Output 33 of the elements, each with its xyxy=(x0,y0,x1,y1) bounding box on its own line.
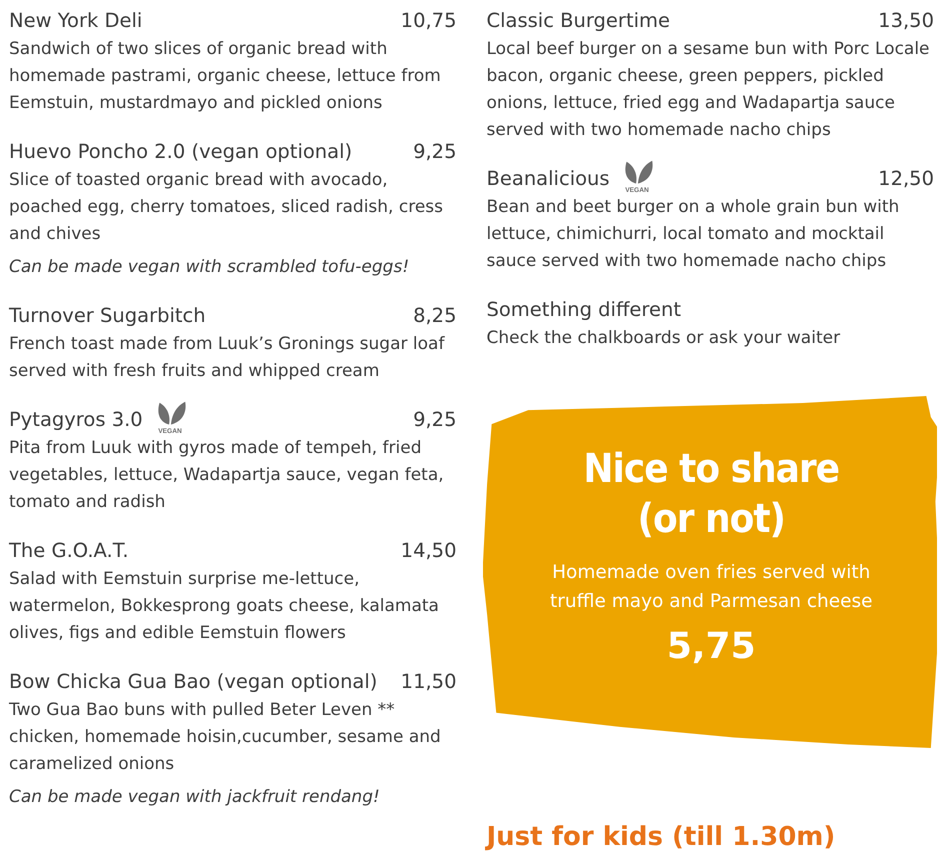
dish-price: 11,50 xyxy=(400,670,456,692)
dish-description: Local beef burger on a sesame bun with Porc Locale bacon, organic cheese, green peppers, pickled onions, lettuce, fried egg and Wadapartja sauce served with two homemade nacho chips xyxy=(486,38,931,142)
dish-description: Pita from Luuk with gyros made of tempeh, fried vegetables, lettuce, Wadapartja sauce, vegan feta, tomato and radish xyxy=(9,437,445,514)
dish-name: Huevo Poncho 2.0 (vegan optional) xyxy=(9,140,352,162)
dish-note: Can be made vegan with jackfruit rendang! xyxy=(9,786,381,809)
section-heading: Just for kids (till 1.30m) xyxy=(486,822,836,852)
dish-price: 10,75 xyxy=(400,8,456,32)
dish-price: 8,25 xyxy=(413,304,456,326)
card-title: (or not) xyxy=(638,495,785,544)
card-description: Homemade oven fries served with truffle mayo and Parmesan cheese xyxy=(548,561,874,614)
dish-name: Bow Chicka Gua Bao (vegan optional) xyxy=(9,670,378,692)
dish-name: Something different xyxy=(486,298,681,320)
dish-note: Can be made vegan with scrambled tofu-eggs! xyxy=(9,256,410,279)
dish-description: Sandwich of two slices of organic bread with homemade pastrami, organic cheese, lettuce from Eemstuin, mustardmayo and pickled onions xyxy=(9,38,442,115)
dish-price: 9,25 xyxy=(413,140,456,162)
dish-name: The G.O.A.T. xyxy=(9,538,129,562)
dish-name: Beanalicious xyxy=(486,166,610,190)
dish-description: Two Gua Bao buns with pulled Beter Leven ** chicken, homemade hoisin,cucumber, sesame and caramelized onions xyxy=(9,699,442,776)
dish-name: Turnover Sugarbitch xyxy=(9,304,206,326)
dish-description: Check the chalkboards or ask your waiter xyxy=(486,327,842,350)
dish-price: 14,50 xyxy=(400,538,456,562)
dish-description: Salad with Eemstuin surprise me-lettuce, watermelon, Bokkesprong goats cheese, kalamata olives, figs and edible Eemstuin flowers xyxy=(9,568,440,645)
card-title: Nice to share xyxy=(583,445,840,494)
dish-description: Bean and beet burger on a whole grain bun with lettuce, chimichurri, local tomato and mocktail sauce served with two homemade nacho chips xyxy=(486,196,900,273)
dish-description: Slice of toasted organic bread with avocado, poached egg, cherry tomatoes, sliced radish, cress and chives xyxy=(9,169,444,246)
dish-name: Classic Burgertime xyxy=(486,8,670,32)
dish-price: 12,50 xyxy=(878,166,934,190)
card-price: 5,75 xyxy=(666,626,756,667)
dish-name: New York Deli xyxy=(9,8,142,32)
dish-description: French toast made from Luuk’s Gronings sugar loaf served with fresh fruits and whipped cream xyxy=(9,333,446,383)
dish-price: 9,25 xyxy=(413,408,456,430)
dish-price: 13,50 xyxy=(878,8,934,32)
dish-name: Pytagyros 3.0 xyxy=(9,408,143,430)
